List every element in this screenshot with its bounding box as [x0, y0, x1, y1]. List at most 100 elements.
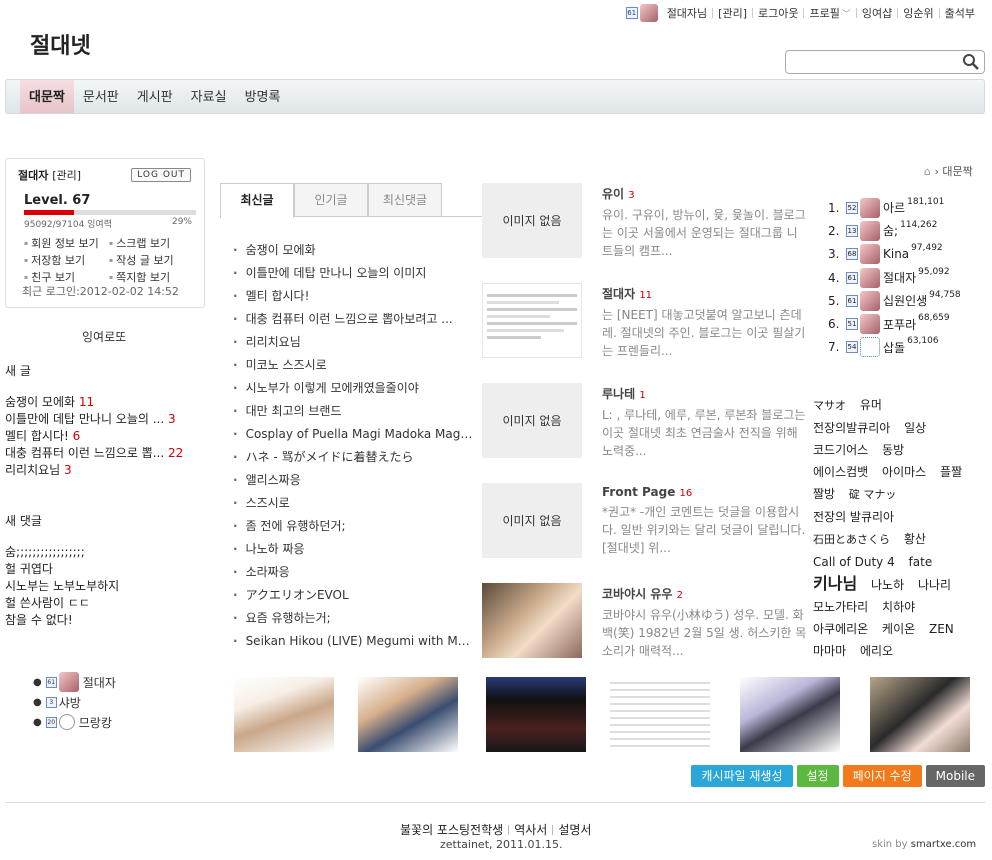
ranking-item[interactable]: 3. 68 Kina 97,492: [828, 243, 961, 266]
list-item[interactable]: Cosplay of Puella Magi Madoka Magica ...: [233, 423, 473, 446]
list-item[interactable]: ● 61 절대자: [33, 672, 116, 692]
tag[interactable]: 마마마: [813, 644, 846, 658]
tag[interactable]: fate: [909, 555, 933, 569]
list-item[interactable]: アクエリオンEVOL: [233, 584, 473, 607]
tag[interactable]: 石田とあさくら: [813, 533, 890, 546]
article-title[interactable]: 유이 3: [602, 185, 807, 202]
article-title[interactable]: Front Page 16: [602, 485, 807, 499]
profile-link[interactable]: 프로필 ﹀: [804, 5, 855, 21]
list-item[interactable]: 참을 수 없다!: [5, 612, 119, 629]
tag[interactable]: 에이스컴뱃: [813, 465, 868, 479]
article-thumb[interactable]: 이미지 없음: [482, 183, 582, 258]
tag[interactable]: 전장의 발큐리아: [813, 510, 894, 524]
gallery-thumbnail[interactable]: [870, 677, 970, 752]
settings-button[interactable]: 설정: [796, 765, 839, 787]
my-posts-link[interactable]: 작성 글 보기: [109, 252, 199, 268]
list-item[interactable]: Seikan Hikou (LIVE) Megumi with May...: [233, 630, 473, 653]
tag[interactable]: マサオ: [813, 399, 846, 412]
list-item[interactable]: 대만 최고의 브랜드: [233, 400, 473, 423]
search-input[interactable]: [790, 52, 960, 72]
list-item[interactable]: 리리치요님 3: [5, 462, 183, 479]
gallery-thumbnail[interactable]: [486, 677, 586, 752]
tag[interactable]: 일상: [904, 421, 926, 435]
article-title[interactable]: 코바야시 유우 2: [602, 585, 807, 602]
attendance-link[interactable]: 출석부: [940, 5, 980, 21]
scrap-link[interactable]: 스크랩 보기: [109, 235, 199, 251]
ranking-link[interactable]: 잉순위: [898, 5, 938, 21]
avatar[interactable]: [639, 4, 658, 22]
tag[interactable]: 전장의발큐리아: [813, 421, 890, 435]
list-item[interactable]: 헐 쓴사람이 ㄷㄷ: [5, 595, 119, 612]
article-title[interactable]: 루나테 1: [602, 385, 807, 402]
list-item[interactable]: 시노부는 노부노부하지: [5, 578, 119, 595]
list-item[interactable]: 요즘 유행하는거;: [233, 607, 473, 630]
tag[interactable]: 코드기어스: [813, 443, 868, 457]
nav-board[interactable]: 게시판: [128, 80, 182, 113]
tag[interactable]: 나노하: [871, 578, 904, 592]
footer-link[interactable]: 불꽃의 포스팅전학생: [395, 821, 508, 838]
ranking-item[interactable]: 7. 54 삽돌 63,106: [828, 336, 961, 359]
article-title[interactable]: 절대자 11: [602, 285, 807, 302]
list-item[interactable]: 리리치요님: [233, 331, 473, 354]
tab-recent-comments[interactable]: 최신댓글: [368, 183, 442, 216]
list-item[interactable]: ● 20 므랑캉: [33, 712, 116, 732]
skin-link[interactable]: smartxe.com: [911, 839, 976, 850]
tag[interactable]: 황산: [904, 532, 926, 546]
footer-link[interactable]: 설명서: [553, 821, 596, 838]
tag[interactable]: 아이마스: [882, 465, 926, 479]
nav-guestbook[interactable]: 방명록: [236, 80, 290, 113]
tag[interactable]: 플짤: [940, 465, 962, 479]
tag[interactable]: 케이온: [882, 622, 915, 636]
gallery-thumbnail[interactable]: [358, 677, 458, 752]
ranking-item[interactable]: 2. 13 숨; 114,262: [828, 219, 961, 242]
gallery-thumbnail[interactable]: [234, 677, 334, 752]
footer-link[interactable]: 역사서: [509, 821, 552, 838]
article-thumb[interactable]: 이미지 없음: [482, 383, 582, 458]
list-item[interactable]: 스즈시로: [233, 492, 473, 515]
tag[interactable]: 유머: [860, 398, 882, 412]
tag[interactable]: 에리오: [860, 644, 893, 658]
tab-popular[interactable]: 인기글: [294, 183, 368, 216]
list-item[interactable]: 숨쟁이 모에화 11: [5, 394, 183, 411]
list-item[interactable]: 미코노 스즈시로: [233, 354, 473, 377]
tag[interactable]: 나나리: [918, 578, 951, 592]
member-info-link[interactable]: 회원 정보 보기: [24, 235, 109, 251]
list-item[interactable]: 대충 컴퓨터 이런 느낌으로 뽑아보려고 ...: [233, 308, 473, 331]
list-item[interactable]: 숨쟁이 모에화: [233, 239, 473, 262]
list-item[interactable]: 좀 전에 유행하던거;: [233, 515, 473, 538]
list-item[interactable]: 이틀만에 데탑 만나니 오늘의 이미지: [233, 262, 473, 285]
list-item[interactable]: 숨;;;;;;;;;;;;;;;;;: [5, 544, 119, 561]
article-thumb[interactable]: [482, 283, 582, 358]
ranking-item[interactable]: 4. 61 절대자 95,092: [828, 266, 961, 289]
list-item[interactable]: 앨리스짜응: [233, 469, 473, 492]
article-thumb[interactable]: [482, 583, 582, 658]
tag[interactable]: Call of Duty 4: [813, 555, 895, 569]
list-item[interactable]: 시노부가 이렇게 모에캐였을줄이야: [233, 377, 473, 400]
nav-main[interactable]: 대문짝: [20, 80, 74, 113]
site-title[interactable]: 절대넷: [30, 28, 91, 60]
search-icon[interactable]: [962, 53, 980, 71]
breadcrumb-current[interactable]: 대문짝: [942, 165, 972, 178]
tag[interactable]: 아쿠에리온: [813, 622, 868, 636]
tag[interactable]: 동방: [882, 443, 904, 457]
ranking-item[interactable]: 6. 51 포푸라 68,659: [828, 312, 961, 335]
list-item[interactable]: 멜티 합시다! 6: [5, 428, 183, 445]
tag[interactable]: 碇 マナッ: [849, 488, 897, 501]
mobile-button[interactable]: Mobile: [925, 765, 985, 787]
tag[interactable]: 치하야: [882, 600, 915, 614]
edit-page-button[interactable]: 페이지 수정: [842, 765, 922, 787]
list-item[interactable]: 소라짜응: [233, 561, 473, 584]
gallery-thumbnail[interactable]: [610, 677, 710, 752]
list-item[interactable]: 멜티 합시다!: [233, 285, 473, 308]
ranking-item[interactable]: 1. 52 아르 181,101: [828, 196, 961, 219]
nav-docs[interactable]: 문서판: [74, 80, 128, 113]
tab-recent[interactable]: 최신글: [220, 183, 294, 218]
saved-link[interactable]: 저장함 보기: [24, 252, 109, 268]
gallery-thumbnail[interactable]: [740, 677, 840, 752]
logout-button[interactable]: LOG OUT: [131, 168, 191, 182]
home-icon[interactable]: ⌂: [924, 165, 931, 178]
cache-rebuild-button[interactable]: 캐시파일 재생성: [691, 765, 793, 787]
list-item[interactable]: 헐 귀엽다: [5, 561, 119, 578]
logout-link[interactable]: 로그아웃: [753, 5, 803, 21]
ranking-item[interactable]: 5. 61 십원인생 94,758: [828, 289, 961, 312]
